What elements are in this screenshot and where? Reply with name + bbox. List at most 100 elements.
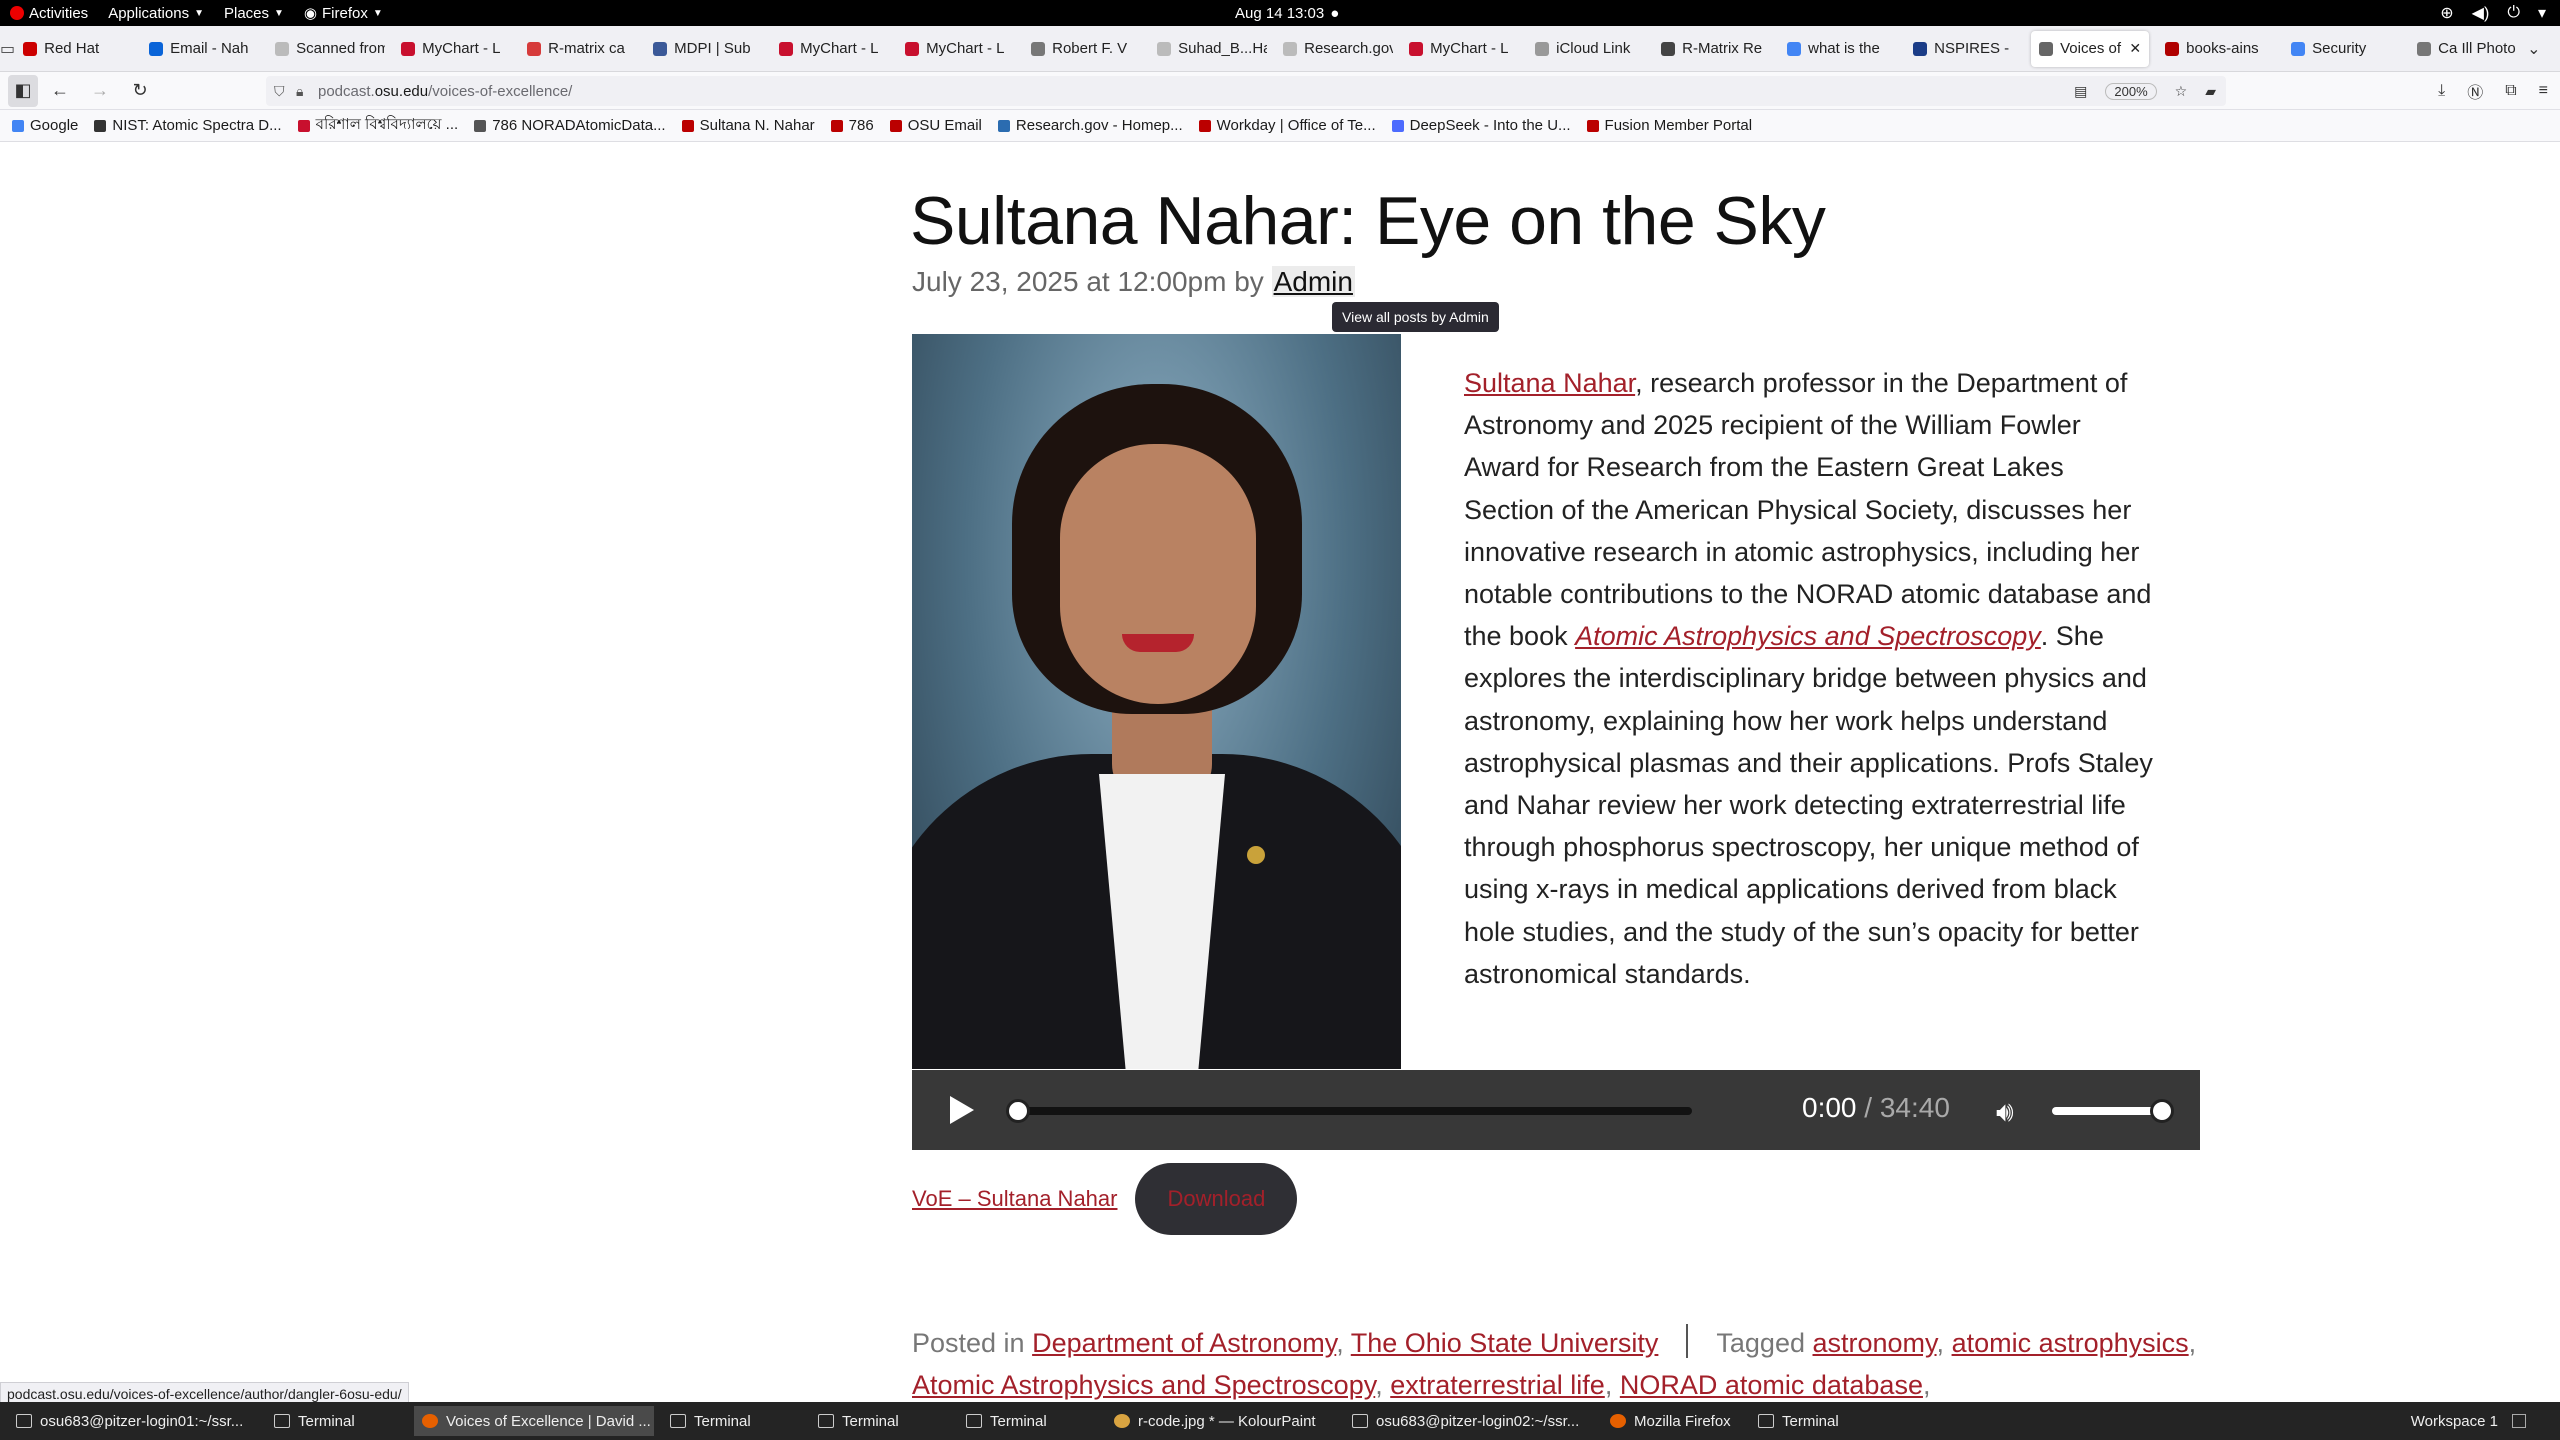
back-button[interactable]: ←: [42, 75, 78, 107]
forward-button[interactable]: →: [82, 75, 118, 107]
downloads-icon[interactable]: ⤓: [2438, 82, 2445, 100]
account-icon[interactable]: Ⓝ: [2467, 79, 2483, 103]
taskbar-label: Voices of Excellence | David ...: [446, 1412, 651, 1430]
browser-tab[interactable]: Suhad_B...Han: [1149, 31, 1267, 67]
browser-tab[interactable]: R-matrix ca: [519, 31, 637, 67]
places-menu[interactable]: Places ▼: [214, 5, 294, 22]
browser-tab[interactable]: what is the: [1779, 31, 1897, 67]
taskbar-label: osu683@pitzer-login01:~/ssr...: [40, 1412, 244, 1430]
list-all-tabs-icon[interactable]: ⌄: [2527, 39, 2540, 59]
tab-overview-icon[interactable]: ▭: [0, 26, 15, 72]
category-link[interactable]: Department of Astronomy: [1032, 1328, 1336, 1358]
browser-tab[interactable]: MyChart - L: [897, 31, 1015, 67]
zoom-level-button[interactable]: 200%: [2105, 82, 2157, 100]
bookmark-item[interactable]: NIST: Atomic Spectra D...: [94, 117, 282, 134]
sidebar-toggle-icon[interactable]: ◧: [8, 74, 38, 107]
taskbar-window-button[interactable]: Terminal: [662, 1406, 802, 1436]
bookmark-item[interactable]: Sultana N. Nahar: [681, 117, 815, 134]
book-link[interactable]: Atomic Astrophysics and Spectroscopy: [1575, 621, 2041, 651]
taskbar-window-button[interactable]: Mozilla Firefox: [1602, 1406, 1742, 1436]
url-bar[interactable]: ⛉ 🔒︎ podcast. osu.edu/voices-of-excellenc…: [266, 76, 2226, 106]
extensions-icon[interactable]: ⧉: [2505, 82, 2516, 100]
browser-tab[interactable]: R-Matrix Re: [1653, 31, 1771, 67]
close-tab-icon[interactable]: ✕: [2129, 40, 2141, 57]
bookmark-item[interactable]: Research.gov - Homep...: [997, 117, 1183, 134]
bookmark-item[interactable]: Workday | Office of Te...: [1198, 117, 1376, 134]
system-tray[interactable]: ⊕ ◀) ⏻ ▾: [2440, 0, 2546, 26]
taskbar-window-button[interactable]: Terminal: [266, 1406, 406, 1436]
tag-link[interactable]: atomic astrophysics: [1952, 1328, 2189, 1358]
bookmark-item[interactable]: Fusion Member Portal: [1586, 117, 1752, 134]
seek-bar[interactable]: [1006, 1099, 1692, 1123]
workspace-box-icon: [2512, 1414, 2526, 1428]
browser-tab[interactable]: iCloud Link: [1527, 31, 1645, 67]
bookmark-star-icon[interactable]: ☆: [2175, 83, 2188, 100]
browser-tab[interactable]: Security: [2283, 31, 2401, 67]
tab-controls: ⌄ – ▫ ✕: [2527, 39, 2560, 59]
favicon-icon: [779, 41, 794, 56]
firefox-small-icon: ◉: [303, 5, 318, 22]
terminal-icon: [274, 1414, 290, 1428]
browser-tab[interactable]: NSPIRES -: [1905, 31, 2023, 67]
taskbar-window-button[interactable]: Terminal: [810, 1406, 950, 1436]
browser-tab[interactable]: Robert F. V: [1023, 31, 1141, 67]
browser-tab[interactable]: Research.gov: [1275, 31, 1393, 67]
seek-handle[interactable]: [1006, 1099, 1030, 1123]
url-prefix: podcast.: [318, 82, 375, 100]
taskbar-window-button[interactable]: r-code.jpg * — KolourPaint: [1106, 1406, 1336, 1436]
taskbar-window-button[interactable]: osu683@pitzer-login01:~/ssr...: [8, 1406, 258, 1436]
bookmark-label: Sultana N. Nahar: [699, 117, 815, 134]
tab-label: MyChart - L: [800, 40, 879, 57]
browser-tab[interactable]: Red Hat: [15, 31, 133, 67]
reload-button[interactable]: ↻: [122, 75, 158, 107]
volume-icon: ◀): [2471, 5, 2490, 22]
firefox-app-menu[interactable]: ◉ Firefox ▼: [294, 4, 393, 23]
taskbar-window-button[interactable]: Terminal: [958, 1406, 1098, 1436]
hamburger-menu-icon[interactable]: ≡: [2539, 82, 2548, 100]
browser-tab[interactable]: Email - Nah: [141, 31, 259, 67]
download-button[interactable]: Download: [1135, 1163, 1298, 1235]
episode-file-link[interactable]: VoE – Sultana Nahar: [912, 1186, 1117, 1212]
tag-link[interactable]: astronomy: [1813, 1328, 1937, 1358]
browser-tab[interactable]: Voices of ✕: [2031, 30, 2150, 67]
browser-tab[interactable]: MyChart - L: [771, 31, 889, 67]
volume-slider[interactable]: [2052, 1099, 2174, 1123]
taskbar-window-button[interactable]: Terminal: [1750, 1406, 1890, 1436]
favicon-icon: [527, 41, 542, 56]
applications-menu[interactable]: Applications ▼: [98, 5, 214, 22]
bookmark-item[interactable]: DeepSeek - Into the U...: [1391, 117, 1571, 134]
bookmark-item[interactable]: Google: [12, 117, 78, 134]
bookmark-favicon-icon: [12, 119, 24, 132]
speaker-icon[interactable]: 🔊︎: [1996, 1096, 2014, 1129]
category-link[interactable]: The Ohio State University: [1351, 1328, 1659, 1358]
browser-tab[interactable]: Ca Ill Photo: [2409, 31, 2527, 67]
taskbar-window-button[interactable]: osu683@pitzer-login02:~/ssr...: [1344, 1406, 1594, 1436]
tab-label: R-matrix ca: [548, 40, 625, 57]
clock[interactable]: Aug 14 13:03 ●: [1235, 0, 1339, 26]
bookmark-label: Workday | Office of Te...: [1216, 117, 1376, 134]
favicon-icon: [1157, 41, 1172, 56]
person-link[interactable]: Sultana Nahar: [1464, 368, 1635, 398]
extension-icon[interactable]: ▰: [2205, 83, 2216, 100]
bookmark-item[interactable]: বরিশাল বিশ্ববিদ্যালয়ে ...: [297, 113, 458, 138]
volume-handle[interactable]: [2150, 1099, 2174, 1123]
tag-link[interactable]: Atomic Astrophysics and Spectroscopy: [912, 1370, 1375, 1400]
browser-tab[interactable]: MDPI | Sub: [645, 31, 763, 67]
taskbar-window-button[interactable]: Voices of Excellence | David ...: [414, 1406, 654, 1436]
bookmark-item[interactable]: 786: [830, 117, 874, 134]
bookmark-item[interactable]: 786 NORADAtomicData...: [474, 117, 666, 134]
favicon-icon: [401, 41, 416, 56]
play-icon[interactable]: [950, 1096, 974, 1124]
tab-label: MyChart - L: [422, 40, 501, 57]
workspace-switcher[interactable]: Workspace 1: [2411, 1402, 2526, 1440]
browser-tab[interactable]: Scanned from: [267, 31, 385, 67]
browser-tab[interactable]: MyChart - L: [1401, 31, 1519, 67]
activities-button[interactable]: Activities: [0, 5, 98, 22]
tag-link[interactable]: NORAD atomic database: [1620, 1370, 1923, 1400]
author-link[interactable]: Admin: [1271, 266, 1355, 297]
bookmark-item[interactable]: OSU Email: [889, 117, 982, 134]
reader-view-icon[interactable]: ▤: [2074, 83, 2087, 100]
browser-tab[interactable]: books-ains: [2157, 31, 2275, 67]
browser-tab[interactable]: MyChart - L: [393, 31, 511, 67]
tag-link[interactable]: extraterrestrial life: [1390, 1370, 1605, 1400]
